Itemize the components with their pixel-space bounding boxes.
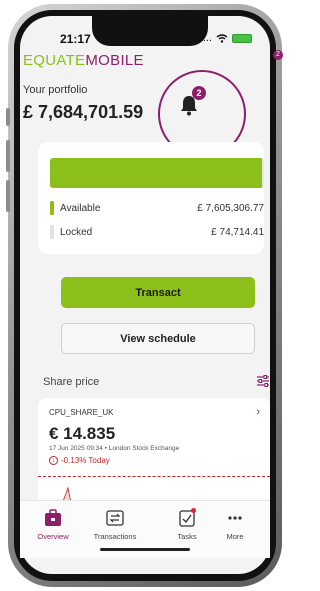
side-button-volume-up: [6, 140, 10, 172]
nav-label-overview: Overview: [37, 532, 69, 541]
locked-value: £ 74,714.41: [211, 227, 264, 238]
balance-progress-bar: [50, 158, 264, 188]
camera-notch: [92, 16, 208, 46]
brand-logo-part1: EQUATE: [23, 52, 86, 69]
locked-label: Locked: [60, 227, 93, 238]
brand-logo: EQUATEMOBILE: [23, 52, 144, 69]
locked-marker: [50, 225, 54, 239]
more-icon: [228, 516, 242, 520]
available-marker: [50, 201, 54, 215]
brand-logo-part2: MOBILE: [85, 52, 144, 69]
balance-row-locked: Locked £ 74,714.41: [50, 224, 264, 242]
nav-item-transactions[interactable]: Transactions: [85, 509, 145, 541]
view-schedule-button[interactable]: View schedule: [61, 323, 255, 354]
chevron-right-icon[interactable]: ›: [256, 406, 260, 418]
portfolio-value: £ 7,684,701.59: [23, 102, 144, 122]
share-price-title: Share price: [43, 376, 100, 388]
share-price-change: ↓ -0.13% Today: [49, 456, 110, 465]
status-time: 21:17: [60, 32, 91, 46]
status-bar: 21:17 ....: [20, 16, 270, 56]
filter-icon[interactable]: [256, 375, 270, 387]
share-change-value: -0.13% Today: [61, 456, 110, 465]
reference-dashed-line: [38, 476, 270, 477]
nav-item-more[interactable]: More: [205, 509, 265, 541]
home-indicator[interactable]: [100, 548, 190, 551]
share-ticker: CPU_SHARE_UK: [49, 408, 114, 417]
share-price-meta: 17 Jun 2025 09:34 • London Stock Exchang…: [49, 445, 180, 452]
tasks-alert-dot: [191, 508, 196, 513]
briefcase-icon: [45, 509, 61, 526]
nav-item-overview[interactable]: Overview: [23, 509, 83, 541]
balance-row-available: Available £ 7,605,306.77: [50, 200, 264, 218]
side-button-volume-down: [6, 180, 10, 212]
share-price-value: € 14.835: [49, 424, 116, 443]
balance-card: Available £ 7,605,306.77 Locked £ 74,714…: [38, 142, 264, 254]
nav-label-transactions: Transactions: [93, 532, 137, 541]
portfolio-label: Your portfolio: [23, 84, 88, 96]
transactions-icon: [106, 510, 124, 526]
corner-notification-badge: 2: [273, 50, 283, 60]
available-label: Available: [60, 203, 101, 214]
available-value: £ 7,605,306.77: [197, 203, 264, 214]
side-button-mute: [6, 108, 10, 126]
nav-label-more: More: [226, 532, 244, 541]
wifi-icon: [216, 33, 228, 43]
status-icons: ....: [200, 32, 252, 44]
balance-progress-fill: [50, 158, 262, 188]
cellular-signal-icon: ....: [199, 32, 212, 44]
transact-button[interactable]: Transact: [61, 277, 255, 308]
battery-icon: [232, 33, 252, 43]
arrow-down-circle-icon: ↓: [49, 456, 58, 465]
